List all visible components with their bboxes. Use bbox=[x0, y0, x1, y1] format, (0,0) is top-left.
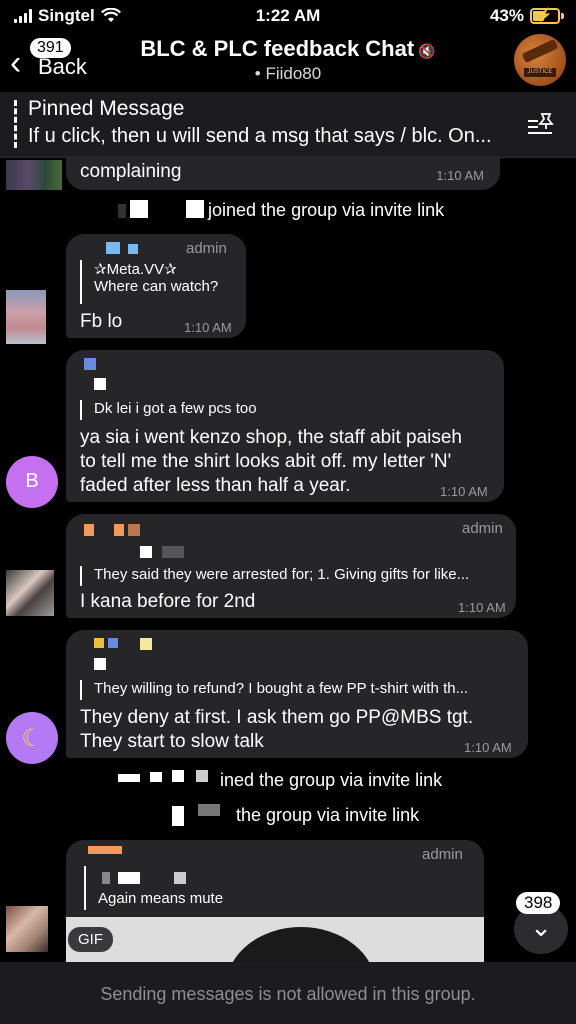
moon-icon: ☾ bbox=[21, 725, 43, 752]
pixelated-avatar bbox=[6, 160, 62, 190]
message-bubble[interactable]: complaining 1:10 AM bbox=[66, 156, 500, 190]
battery-percent: 43% bbox=[489, 6, 524, 25]
message-time: 1:10 AM bbox=[184, 320, 232, 335]
redacted-name bbox=[130, 200, 148, 218]
reply-quote[interactable]: ✰Meta.VV✰ Where can watch? bbox=[80, 260, 218, 304]
admin-label: admin bbox=[462, 520, 503, 537]
pinned-text: If u click, then u will send a msg that … bbox=[28, 125, 492, 147]
reply-text: They said they were arrested for; 1. Giv… bbox=[94, 566, 470, 583]
redacted-name bbox=[128, 244, 138, 254]
reply-quote[interactable]: They willing to refund? I bought a few P… bbox=[80, 680, 524, 700]
message-bubble[interactable]: Dk lei i got a few pcs too ya sia i went… bbox=[66, 350, 504, 502]
chevron-down-icon: ⌄ bbox=[530, 912, 552, 942]
user-avatar[interactable] bbox=[6, 906, 48, 952]
pinned-title: Pinned Message bbox=[28, 97, 185, 120]
message-time: 1:10 AM bbox=[464, 740, 512, 755]
redacted-name bbox=[150, 772, 162, 782]
redacted-name bbox=[196, 770, 208, 782]
pinned-indicator bbox=[14, 100, 17, 148]
gavel-icon bbox=[521, 38, 559, 64]
message-bubble[interactable]: They willing to refund? I bought a few P… bbox=[66, 630, 528, 758]
restricted-notice: Sending messages is not allowed in this … bbox=[100, 984, 476, 1004]
redacted-name bbox=[88, 846, 122, 854]
chat-title[interactable]: BLC & PLC feedback Chat 🔇 bbox=[0, 36, 576, 62]
message-bubble[interactable]: admin ✰Meta.VV✰ Where can watch? Fb lo 1… bbox=[66, 234, 246, 338]
redacted-name bbox=[84, 358, 96, 370]
message-time: 1:10 AM bbox=[436, 168, 484, 183]
redacted-name bbox=[114, 524, 124, 536]
redacted-name bbox=[172, 770, 184, 782]
service-message: joined the group via invite link bbox=[208, 200, 445, 220]
mute-icon: 🔇 bbox=[418, 43, 436, 59]
reply-text: Dk lei i got a few pcs too bbox=[94, 400, 257, 417]
message-text-line: ya sia i went kenzo shop, the staff abit… bbox=[80, 427, 462, 448]
pinned-message[interactable]: Pinned Message If u click, then u will s… bbox=[0, 92, 576, 158]
admin-label: admin bbox=[422, 846, 463, 863]
service-message: the group via invite link bbox=[236, 805, 420, 825]
composer-bar: Sending messages is not allowed in this … bbox=[0, 962, 576, 1024]
group-avatar[interactable]: JUSTICE bbox=[514, 34, 566, 86]
message-text-line: faded after less than half a year. bbox=[80, 475, 351, 496]
message-text-line: They start to slow talk bbox=[80, 731, 264, 752]
service-message: ined the group via invite link bbox=[220, 770, 443, 790]
reply-quote[interactable]: Again means mute bbox=[84, 866, 223, 910]
chat-subtitle: • Fiido80 bbox=[254, 64, 322, 83]
avatar-plate: JUSTICE bbox=[524, 68, 556, 77]
redacted-name bbox=[94, 378, 106, 390]
redacted-name bbox=[84, 524, 94, 536]
admin-label: admin bbox=[186, 240, 227, 257]
gif-media[interactable] bbox=[66, 917, 484, 967]
user-avatar[interactable] bbox=[6, 570, 54, 616]
reply-quote[interactable]: Dk lei i got a few pcs too bbox=[80, 400, 257, 420]
reply-text: Where can watch? bbox=[94, 278, 219, 295]
message-time: 1:10 AM bbox=[440, 484, 488, 499]
reply-text: They willing to refund? I bought a few P… bbox=[94, 680, 469, 697]
gif-badge: GIF bbox=[68, 927, 113, 952]
message-bubble[interactable]: admin They said they were arrested for; … bbox=[66, 514, 516, 618]
redacted-name bbox=[140, 546, 152, 558]
redacted-name bbox=[118, 204, 126, 218]
battery-icon: ⚡ bbox=[530, 7, 560, 24]
message-time: 1:10 AM bbox=[458, 600, 506, 615]
chat-header: ‹ Back 391 BLC & PLC feedback Chat 🔇 • Fi… bbox=[0, 34, 576, 90]
message-text: Fb lo bbox=[80, 311, 123, 332]
message-text-line: They deny at first. I ask them go PP@MBS… bbox=[80, 707, 474, 728]
redacted-name bbox=[94, 638, 104, 648]
redacted-name bbox=[186, 200, 204, 218]
redacted-name bbox=[198, 804, 220, 816]
redacted-name bbox=[140, 638, 152, 650]
redacted-name bbox=[172, 806, 184, 826]
reply-name: ✰Meta.VV✰ bbox=[94, 261, 177, 278]
message-text: I kana before for 2nd bbox=[80, 591, 256, 612]
redacted-name bbox=[118, 774, 140, 782]
user-avatar[interactable]: B bbox=[6, 456, 58, 508]
user-avatar[interactable]: ☾ bbox=[6, 712, 58, 764]
unread-count-badge: 398 bbox=[516, 892, 561, 914]
chat-title-text: BLC & PLC feedback Chat bbox=[140, 36, 415, 61]
reply-text: Again means mute bbox=[98, 890, 224, 907]
gif-preview bbox=[226, 927, 376, 967]
avatar-initial: B bbox=[25, 470, 39, 492]
message-text: complaining bbox=[80, 161, 182, 182]
pin-list-icon[interactable] bbox=[526, 110, 556, 140]
redacted-name bbox=[108, 638, 118, 648]
redacted-name bbox=[128, 524, 140, 536]
message-text-line: to tell me the shirt looks abit off. my … bbox=[80, 451, 452, 472]
redacted-name bbox=[162, 546, 184, 558]
redacted-name bbox=[94, 658, 106, 670]
user-avatar[interactable] bbox=[6, 290, 46, 344]
status-bar: Singtel 1:22 AM 43% ⚡ bbox=[0, 0, 576, 34]
reply-quote[interactable]: They said they were arrested for; 1. Giv… bbox=[80, 566, 514, 586]
redacted-name bbox=[106, 242, 120, 254]
